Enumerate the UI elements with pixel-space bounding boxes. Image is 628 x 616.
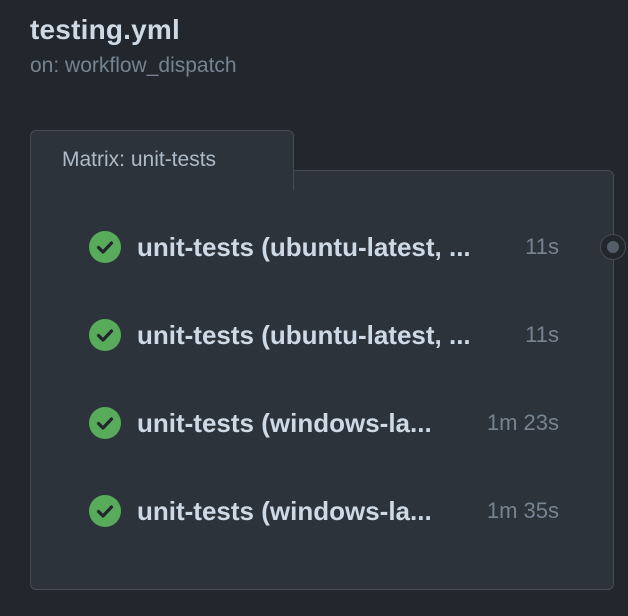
connector-dot xyxy=(607,241,619,253)
job-name: unit-tests (windows-la... xyxy=(137,407,432,438)
job-row[interactable]: unit-tests (windows-la... 1m 23s xyxy=(89,403,559,443)
workflow-header: testing.yml on: workflow_dispatch xyxy=(30,12,237,80)
check-circle-icon xyxy=(89,407,121,439)
job-name: unit-tests (ubuntu-latest, ... xyxy=(137,319,471,350)
job-row[interactable]: unit-tests (ubuntu-latest, ... 11s xyxy=(89,227,559,267)
check-circle-icon xyxy=(89,495,121,527)
check-circle-icon xyxy=(89,231,121,263)
workflow-trigger: on: workflow_dispatch xyxy=(30,54,237,77)
matrix-group: Matrix: unit-tests unit-tests (ubuntu-la… xyxy=(30,130,614,590)
job-duration: 11s xyxy=(525,234,559,259)
job-name: unit-tests (windows-la... xyxy=(137,495,432,526)
job-name: unit-tests (ubuntu-latest, ... xyxy=(137,231,471,262)
matrix-label: Matrix: unit-tests xyxy=(62,148,217,171)
job-row[interactable]: unit-tests (windows-la... 1m 35s xyxy=(89,491,559,531)
graph-connector-node xyxy=(600,234,626,260)
job-row[interactable]: unit-tests (ubuntu-latest, ... 11s xyxy=(89,315,559,355)
job-duration: 1m 35s xyxy=(486,498,559,523)
check-circle-icon xyxy=(89,319,121,351)
workflow-title: testing.yml xyxy=(30,14,181,45)
job-duration: 1m 23s xyxy=(486,410,559,435)
matrix-jobs-panel: unit-tests (ubuntu-latest, ... 11s unit-… xyxy=(30,170,614,590)
matrix-tab: Matrix: unit-tests xyxy=(30,130,294,190)
job-duration: 11s xyxy=(525,322,559,347)
